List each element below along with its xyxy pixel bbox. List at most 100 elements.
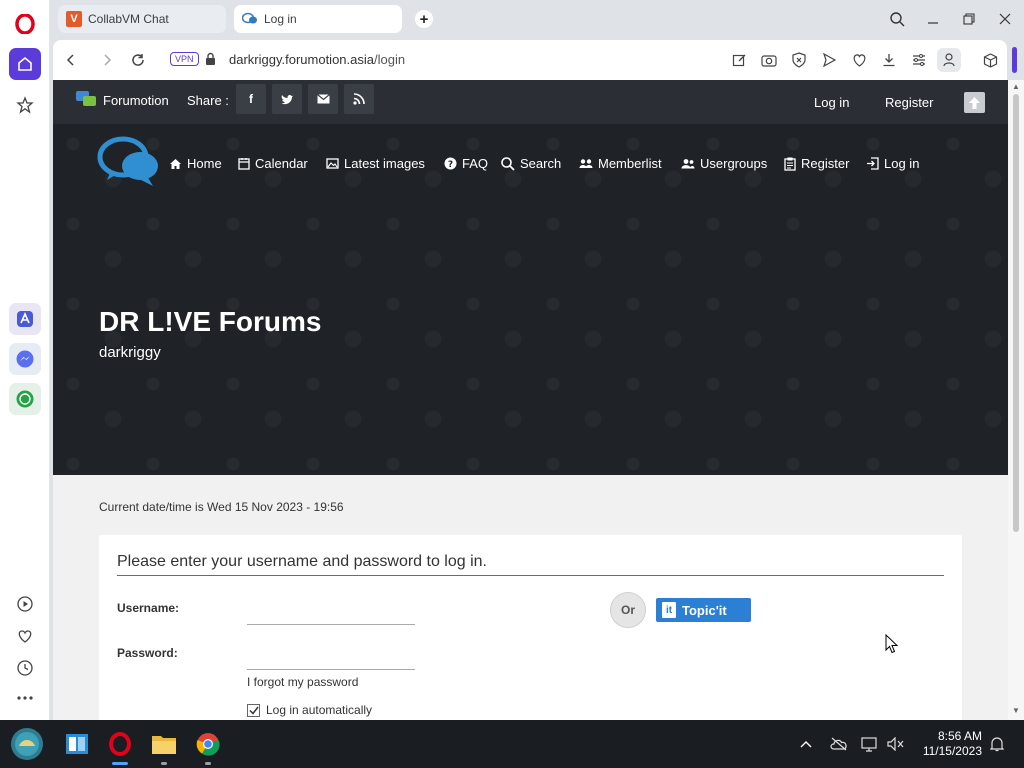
reload-icon[interactable] xyxy=(128,50,148,70)
chrome-icon[interactable] xyxy=(192,728,224,760)
url-field[interactable]: darkriggy.forumotion.asia/login xyxy=(229,52,405,67)
forum-header: Home Calendar Latest images ? FAQ Search… xyxy=(53,124,1008,475)
explorer-indicator xyxy=(161,762,167,765)
camera-icon[interactable] xyxy=(760,51,778,69)
password-input[interactable] xyxy=(247,650,415,670)
search-icon xyxy=(501,156,515,171)
more-dots-icon[interactable] xyxy=(9,682,41,714)
current-datetime: Current date/time is Wed 15 Nov 2023 - 1… xyxy=(99,500,344,514)
page-viewport[interactable]: Forumotion Share : f Log in Register Hom… xyxy=(53,80,1008,720)
nav-memberlist[interactable]: Memberlist xyxy=(579,156,662,171)
lock-icon[interactable] xyxy=(205,52,216,71)
topbar-register-link[interactable]: Register xyxy=(885,95,933,110)
onedrive-offline-icon[interactable] xyxy=(829,734,849,754)
history-clock-icon[interactable] xyxy=(9,652,41,684)
auto-login-option[interactable]: Log in automatically xyxy=(247,703,372,717)
tab-label: Log in xyxy=(264,12,297,26)
clock-date: 11/15/2023 xyxy=(922,744,982,758)
auto-login-checkbox[interactable] xyxy=(247,703,260,717)
nav-label: Home xyxy=(187,156,222,171)
nav-label: FAQ xyxy=(462,156,489,171)
send-arrow-icon[interactable] xyxy=(820,51,838,69)
clock-time: 8:56 AM xyxy=(937,729,982,743)
tab-strip: V CollabVM Chat Log in + xyxy=(50,0,1024,38)
forumotion-toolbar: Forumotion Share : f Log in Register xyxy=(53,80,1008,124)
close-window-icon[interactable] xyxy=(993,8,1017,30)
tab-search-icon[interactable] xyxy=(885,8,909,30)
notifications-bell-icon[interactable] xyxy=(987,734,1007,754)
address-bar-row: VPN darkriggy.forumotion.asia/login xyxy=(53,40,1007,80)
bookmarks-star-icon[interactable] xyxy=(9,89,41,121)
adblock-shield-icon[interactable] xyxy=(790,51,808,69)
opera-logo-icon[interactable] xyxy=(9,8,41,40)
scroll-up-arrow-icon[interactable]: ▲ xyxy=(1012,82,1020,91)
file-explorer-icon[interactable] xyxy=(148,728,180,760)
tray-overflow-chevron-icon[interactable] xyxy=(796,734,816,754)
opera-sidebar xyxy=(0,0,50,720)
restore-icon[interactable] xyxy=(957,8,981,30)
scroll-top-arrow-icon[interactable] xyxy=(964,92,985,113)
image-icon xyxy=(326,158,339,169)
nav-login[interactable]: Log in xyxy=(866,156,919,171)
forum-subtitle: darkriggy xyxy=(99,344,161,361)
nav-home[interactable]: Home xyxy=(169,156,222,171)
forum-title[interactable]: DR L!VE Forums xyxy=(99,306,321,338)
easy-setup-sliders-icon[interactable] xyxy=(910,51,928,69)
tab-collabvm-chat[interactable]: V CollabVM Chat xyxy=(58,5,226,33)
pinboard-heart-icon[interactable] xyxy=(9,620,41,652)
share-email-icon[interactable] xyxy=(308,84,338,114)
new-tab-plus-icon[interactable]: + xyxy=(415,10,433,28)
opera-active-indicator xyxy=(112,762,128,765)
chrome-indicator xyxy=(205,762,211,765)
forward-arrow-icon[interactable] xyxy=(97,50,117,70)
forum-logo-icon[interactable] xyxy=(97,136,161,193)
tab-log-in[interactable]: Log in xyxy=(234,5,402,33)
windows-taskbar: 8:56 AM 11/15/2023 xyxy=(0,720,1024,768)
topicit-label: Topic'it xyxy=(682,602,727,618)
vpn-badge[interactable]: VPN xyxy=(170,52,199,66)
nav-usergroups[interactable]: Usergroups xyxy=(681,156,767,171)
system-clock[interactable]: 8:56 AM 11/15/2023 xyxy=(912,729,982,759)
mouse-cursor-icon xyxy=(885,633,899,659)
back-arrow-icon[interactable] xyxy=(61,50,81,70)
scroll-down-arrow-icon[interactable]: ▼ xyxy=(1012,706,1020,715)
forumotion-logo-icon xyxy=(75,90,97,111)
forumotion-brand-label: Forumotion xyxy=(103,93,169,108)
download-icon[interactable] xyxy=(880,51,898,69)
whatsapp-icon[interactable] xyxy=(9,383,41,415)
share-twitter-icon[interactable] xyxy=(272,84,302,114)
minimize-icon[interactable] xyxy=(921,8,945,30)
topicit-login-button[interactable]: it Topic'it xyxy=(656,598,751,622)
topicit-logo-icon: it xyxy=(662,602,676,618)
nav-label: Usergroups xyxy=(700,156,768,171)
task-view-icon[interactable] xyxy=(61,728,93,760)
nav-latest-images[interactable]: Latest images xyxy=(326,156,425,171)
forumotion-brand[interactable]: Forumotion xyxy=(75,90,169,111)
forum-favicon-icon xyxy=(242,11,258,27)
player-icon[interactable] xyxy=(9,588,41,620)
network-icon[interactable] xyxy=(860,734,880,754)
username-input[interactable] xyxy=(247,605,415,625)
share-rss-icon[interactable] xyxy=(344,84,374,114)
sidebar-accent-bar xyxy=(1012,47,1017,73)
nav-search[interactable]: Search xyxy=(501,156,561,171)
nav-calendar[interactable]: Calendar xyxy=(238,156,308,171)
forgot-password-link[interactable]: I forgot my password xyxy=(247,675,358,689)
scrollbar-thumb[interactable] xyxy=(1013,94,1019,532)
home-icon[interactable] xyxy=(9,48,41,80)
page-scrollbar[interactable]: ▲ ▼ xyxy=(1008,80,1024,720)
topbar-login-link[interactable]: Log in xyxy=(814,95,849,110)
favorite-heart-icon[interactable] xyxy=(850,51,868,69)
extensions-cube-icon[interactable] xyxy=(981,51,999,69)
members-icon xyxy=(579,159,593,168)
snapshot-edit-icon[interactable] xyxy=(730,51,748,69)
volume-muted-icon[interactable] xyxy=(886,734,906,754)
aria-ai-icon[interactable] xyxy=(9,303,41,335)
nav-faq[interactable]: ? FAQ xyxy=(444,156,488,171)
opera-taskbar-icon[interactable] xyxy=(104,728,136,760)
profile-avatar-icon[interactable] xyxy=(937,48,961,72)
start-orb-icon[interactable] xyxy=(10,727,44,761)
messenger-icon[interactable] xyxy=(9,343,41,375)
nav-register[interactable]: Register xyxy=(784,156,849,171)
share-facebook-icon[interactable]: f xyxy=(236,84,266,114)
